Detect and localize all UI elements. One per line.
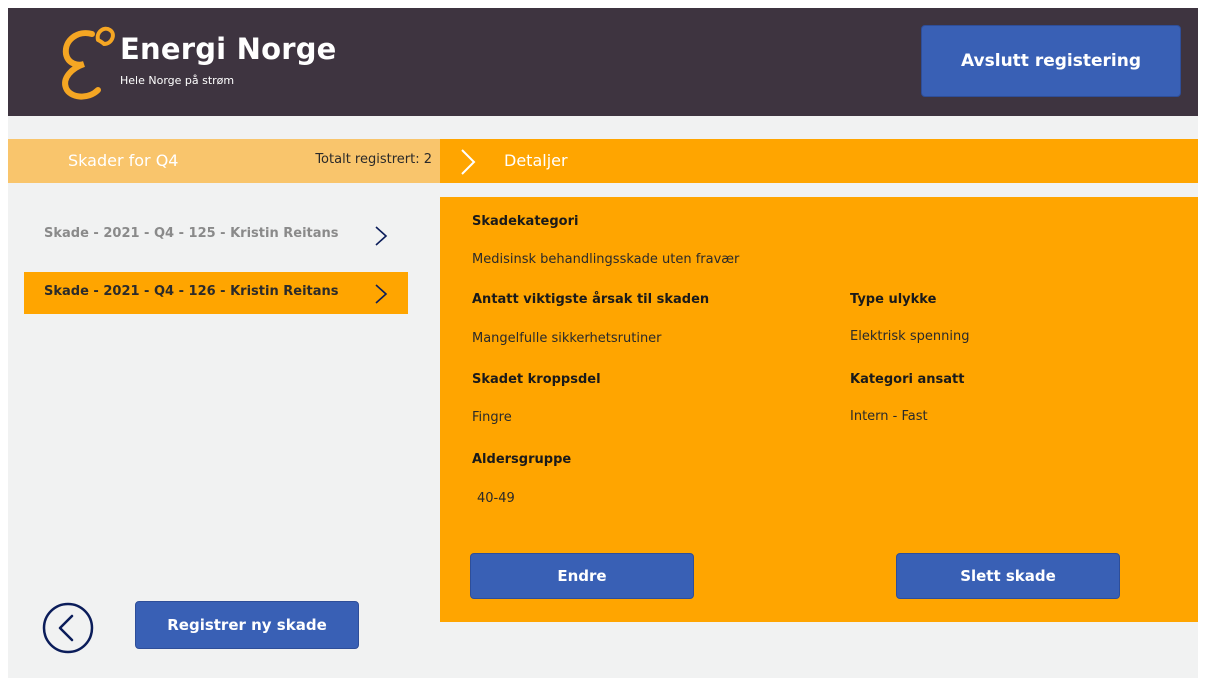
total-count: Totalt registrert: 2: [315, 152, 432, 167]
chevron-right-icon[interactable]: [374, 225, 388, 247]
logo-title: Energi Norge: [120, 32, 337, 66]
chevron-right-icon: [461, 149, 476, 175]
skadekategori-value: Medisinsk behandlingsskade uten fravær: [472, 252, 740, 267]
kroppsdel-label: Skadet kroppsdel: [472, 372, 601, 387]
aldersgruppe-value: 40-49: [477, 491, 515, 506]
arsak-label: Antatt viktigste årsak til skaden: [472, 292, 710, 307]
type-ulykke-label: Type ulykke: [850, 292, 937, 307]
details-title: Detaljer: [504, 151, 568, 170]
list-item-selected[interactable]: Skade - 2021 - Q4 - 126 - Kristin Reitan…: [24, 272, 408, 314]
chevron-right-icon[interactable]: [374, 283, 388, 305]
energi-norge-logo-icon: [62, 26, 115, 100]
list-header-bar: Skader for Q4 Totalt registrert: 2: [8, 139, 440, 183]
list-item-label: Skade - 2021 - Q4 - 125 - Kristin Reitan…: [44, 226, 339, 241]
app-screen: Energi Norge Hele Norge på strøm Avslutt…: [8, 8, 1198, 678]
skadekategori-label: Skadekategori: [472, 214, 579, 229]
register-new-injury-button[interactable]: Registrer ny skade: [135, 601, 359, 649]
kroppsdel-value: Fingre: [472, 410, 512, 425]
aldersgruppe-label: Aldersgruppe: [472, 452, 572, 467]
logo-subtitle: Hele Norge på strøm: [120, 74, 235, 87]
type-ulykke-value: Elektrisk spenning: [850, 329, 970, 344]
delete-injury-button[interactable]: Slett skade: [896, 553, 1120, 599]
back-arrow-circle-icon[interactable]: [42, 602, 94, 654]
details-panel: Skadekategori Medisinsk behandlingsskade…: [440, 197, 1198, 622]
kategori-ansatt-label: Kategori ansatt: [850, 372, 965, 387]
header: Energi Norge Hele Norge på strøm Avslutt…: [8, 8, 1198, 116]
list-item-label: Skade - 2021 - Q4 - 126 - Kristin Reitan…: [44, 284, 339, 299]
kategori-ansatt-value: Intern - Fast: [850, 409, 928, 424]
details-header-bar: Detaljer: [440, 139, 1198, 183]
edit-button[interactable]: Endre: [470, 553, 694, 599]
arsak-value: Mangelfulle sikkerhetsrutiner: [472, 331, 662, 346]
list-item[interactable]: Skade - 2021 - Q4 - 125 - Kristin Reitan…: [24, 214, 408, 256]
list-title: Skader for Q4: [68, 151, 179, 170]
exit-registration-button[interactable]: Avslutt registering: [921, 25, 1181, 97]
